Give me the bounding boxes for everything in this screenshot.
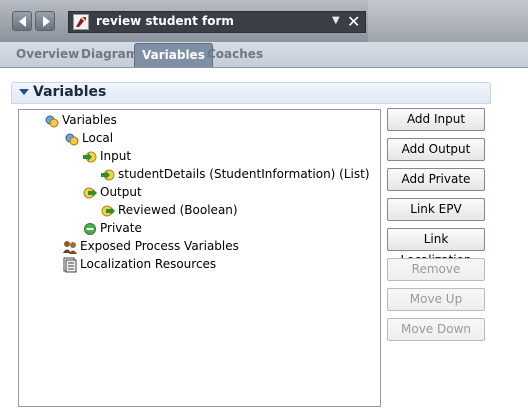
editor-tabs: Overview Diagram Variables Coaches [0, 42, 528, 68]
human-service-icon [73, 14, 89, 30]
private-icon [84, 223, 96, 235]
tree-node-label: studentDetails (StudentInformation) (Lis… [118, 167, 370, 181]
variables-icon [45, 115, 59, 128]
caret-down-icon[interactable]: ▼ [332, 15, 340, 26]
remove-button[interactable]: Remove [387, 258, 485, 281]
tab-coaches[interactable]: Coaches [207, 47, 263, 61]
add-output-button[interactable]: Add Output [387, 138, 485, 161]
back-button[interactable] [12, 11, 32, 31]
forward-button[interactable] [35, 11, 55, 31]
output-arrow-icon [83, 187, 97, 199]
editor-toolbar: review student form ▼ ✕ [0, 0, 528, 42]
localization-icon [63, 257, 77, 273]
exposed-variables-icon [63, 241, 77, 254]
variables-page: Variables Variables Local Input studentD… [0, 68, 528, 417]
tree-node-label: Localization Resources [80, 257, 217, 271]
tree-node-label: Local [82, 131, 114, 145]
tree-node-label: Variables [62, 113, 117, 127]
move-down-button[interactable]: Move Down [387, 318, 485, 341]
tab-diagram[interactable]: Diagram [81, 47, 138, 61]
tree-node-label: Exposed Process Variables [80, 239, 239, 253]
input-arrow-icon [101, 169, 115, 181]
tree-node-label: Output [100, 185, 142, 199]
tree-node-label: Input [100, 149, 132, 163]
variables-section-header[interactable]: Variables [11, 82, 491, 104]
add-private-button[interactable]: Add Private [387, 168, 485, 191]
input-arrow-icon [83, 151, 97, 163]
add-input-button[interactable]: Add Input [387, 108, 485, 131]
variables-tree[interactable]: Variables Local Input studentDetails (St… [18, 109, 381, 407]
arrow-right-icon [43, 16, 50, 27]
tab-overview[interactable]: Overview [16, 47, 79, 61]
tree-node-label: Private [100, 221, 142, 235]
output-arrow-icon [101, 205, 115, 217]
toolbar-right-area [368, 0, 528, 42]
link-localization-button[interactable]: Link Localization [387, 228, 485, 267]
artifact-title: review student form [96, 14, 234, 28]
variables-icon [65, 133, 79, 146]
tab-variables[interactable]: Variables [134, 43, 213, 67]
section-title: Variables [33, 84, 107, 100]
arrow-left-icon [19, 16, 26, 27]
link-epv-button[interactable]: Link EPV [387, 198, 485, 221]
triangle-down-icon[interactable] [19, 87, 29, 97]
artifact-title-selector[interactable]: review student form ▼ ✕ [68, 11, 366, 33]
move-up-button[interactable]: Move Up [387, 288, 485, 311]
close-icon[interactable]: ✕ [347, 12, 360, 31]
tree-node-label: Reviewed (Boolean) [118, 203, 238, 217]
